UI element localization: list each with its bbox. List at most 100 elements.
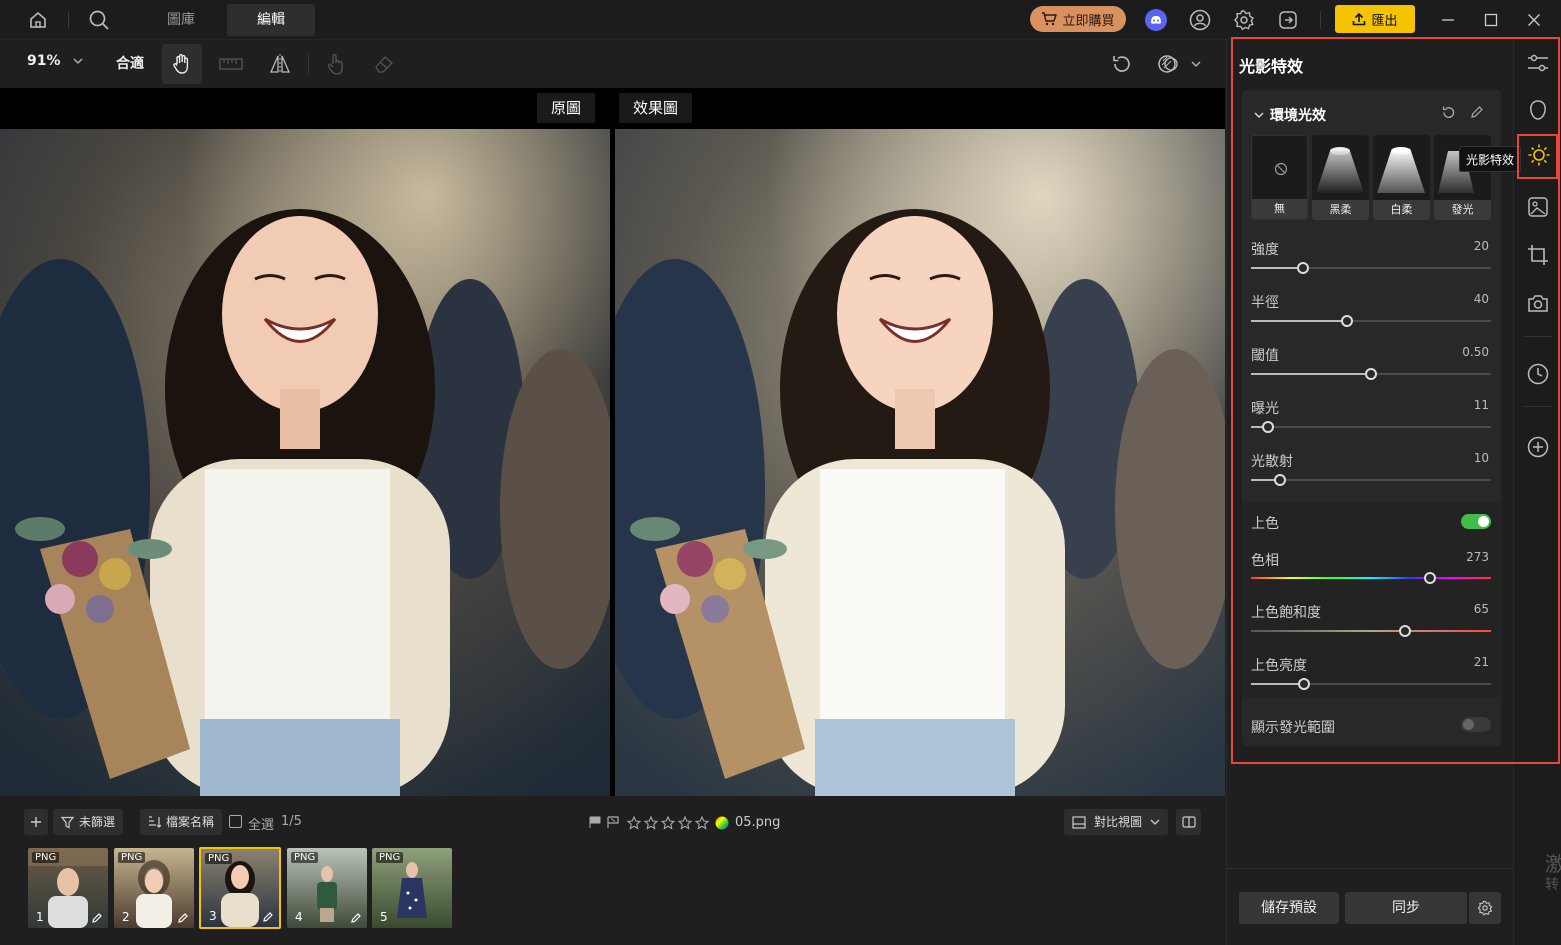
watermark-text: 激	[1545, 852, 1561, 876]
divider	[1524, 406, 1552, 407]
flip-icon[interactable]	[266, 52, 294, 76]
slider-handle[interactable]	[1273, 474, 1286, 486]
star-icon[interactable]	[661, 815, 675, 830]
star-icon[interactable]	[678, 815, 692, 830]
threshold-slider[interactable]	[1251, 368, 1491, 380]
tint-label: 上色	[1251, 516, 1279, 532]
split-view-icon	[1181, 816, 1196, 828]
thumbnail-selected[interactable]: PNG 3	[199, 847, 281, 929]
account-icon[interactable]	[1187, 7, 1213, 33]
search-icon[interactable]	[86, 7, 112, 33]
edited-pencil-icon	[351, 913, 361, 923]
eraser-icon[interactable]	[370, 52, 398, 76]
sync-button[interactable]: 同步	[1345, 892, 1467, 924]
sync-settings-icon[interactable]	[1469, 892, 1501, 924]
original-photo[interactable]	[0, 129, 610, 796]
strength-label: 強度	[1251, 242, 1279, 258]
slider-handle[interactable]	[1341, 315, 1353, 327]
effect-photo[interactable]	[615, 129, 1225, 796]
compare-view-icon	[1072, 815, 1086, 829]
adjustments-icon[interactable]	[1525, 50, 1551, 76]
light-effects-sun-icon[interactable]	[1520, 136, 1558, 174]
compare-view-label: 對比視圖	[1094, 815, 1143, 829]
pointer-hand-icon[interactable]	[322, 52, 350, 76]
preset-none[interactable]: 無	[1251, 135, 1308, 220]
section-header[interactable]: 環境光效	[1254, 105, 1326, 125]
split-view-button[interactable]	[1176, 809, 1201, 835]
login-icon[interactable]	[1275, 7, 1301, 33]
thumbnail[interactable]: PNG 4	[287, 848, 367, 928]
portrait-icon[interactable]	[1525, 97, 1551, 123]
color-label-icon[interactable]	[715, 816, 729, 830]
light-scatter-slider[interactable]	[1251, 474, 1491, 486]
compare-view-select[interactable]: 對比視圖	[1064, 809, 1169, 835]
hue-slider[interactable]	[1251, 572, 1491, 584]
star-icon[interactable]	[695, 815, 709, 830]
none-icon	[1252, 136, 1307, 201]
exposure-slider[interactable]	[1251, 421, 1491, 433]
photo-edit-icon[interactable]	[1525, 194, 1551, 220]
tab-edit[interactable]: 編輯	[227, 4, 315, 36]
tint-saturation-slider[interactable]	[1251, 625, 1491, 637]
hue-label: 色相	[1251, 553, 1279, 569]
reset-icon[interactable]	[1108, 51, 1136, 77]
threshold-label: 閾值	[1251, 348, 1279, 364]
slider-handle[interactable]	[1423, 572, 1436, 584]
star-rating[interactable]	[627, 815, 709, 830]
add-circle-icon[interactable]	[1525, 434, 1551, 460]
overlay-toggle[interactable]	[1154, 51, 1204, 77]
minimize-icon[interactable]	[1436, 8, 1460, 32]
discord-icon[interactable]	[1143, 7, 1169, 33]
reject-flag-icon[interactable]	[607, 816, 619, 829]
section-edit-icon[interactable]	[1467, 102, 1487, 122]
star-icon[interactable]	[644, 815, 658, 830]
show-glow-range-toggle[interactable]	[1461, 717, 1491, 732]
star-icon[interactable]	[627, 815, 641, 830]
add-button[interactable]	[24, 809, 48, 835]
select-all-checkbox[interactable]	[229, 815, 242, 828]
slider-handle[interactable]	[1398, 625, 1411, 637]
strength-slider[interactable]	[1251, 262, 1491, 274]
tint-toggle[interactable]	[1461, 514, 1491, 529]
close-icon[interactable]	[1522, 8, 1546, 32]
format-badge: PNG	[118, 852, 146, 863]
preset-black-soft[interactable]: 黑柔	[1312, 135, 1369, 220]
section-reset-icon[interactable]	[1438, 102, 1458, 122]
tint-brightness-slider[interactable]	[1251, 678, 1491, 690]
preset-white-soft[interactable]: 白柔	[1373, 135, 1430, 220]
history-clock-icon[interactable]	[1525, 361, 1551, 387]
export-button[interactable]: 匯出	[1335, 5, 1415, 33]
maximize-icon[interactable]	[1479, 8, 1503, 32]
slider-handle[interactable]	[1261, 421, 1274, 433]
tint-saturation-value: 65	[1473, 602, 1489, 616]
original-label: 原圖	[537, 93, 596, 123]
buy-now-button[interactable]: 立即購買	[1030, 6, 1126, 32]
thumbnail[interactable]: PNG 2	[114, 848, 194, 928]
edited-pencil-icon	[263, 912, 273, 922]
save-preset-button[interactable]: 儲存預設	[1239, 892, 1339, 924]
tint-brightness-value: 21	[1473, 655, 1489, 669]
crop-icon[interactable]	[1525, 242, 1551, 268]
light-effects-panel: 光影特效 環境光效 無 黑柔 白柔 發光 強度 20 半徑 40 閾值 0.50…	[1226, 40, 1514, 945]
camera-icon[interactable]	[1525, 290, 1551, 316]
flag-icon[interactable]	[589, 816, 601, 829]
slider-handle[interactable]	[1297, 678, 1310, 690]
title-bar: 圖庫 編輯 立即購買 匯出	[0, 0, 1561, 40]
sort-button[interactable]: 檔案名稱	[140, 809, 223, 835]
thumbnail[interactable]: PNG 1	[28, 848, 108, 928]
zoom-select[interactable]: 91%	[27, 53, 83, 69]
tab-library[interactable]: 圖庫	[140, 4, 222, 36]
thumbnail-number: 4	[295, 910, 303, 924]
settings-gear-icon[interactable]	[1231, 7, 1257, 33]
watermark-text: 转	[1545, 877, 1559, 893]
slider-handle[interactable]	[1296, 262, 1309, 274]
hand-tool-icon[interactable]	[162, 44, 202, 84]
radius-slider[interactable]	[1251, 315, 1491, 327]
fit-button[interactable]: 合適	[116, 53, 144, 73]
divider	[1320, 11, 1321, 29]
slider-handle[interactable]	[1365, 368, 1377, 380]
ruler-icon[interactable]	[217, 52, 245, 76]
thumbnail[interactable]: PNG 5	[372, 848, 452, 928]
filter-button[interactable]: 未篩選	[53, 809, 124, 835]
home-icon[interactable]	[26, 8, 50, 32]
